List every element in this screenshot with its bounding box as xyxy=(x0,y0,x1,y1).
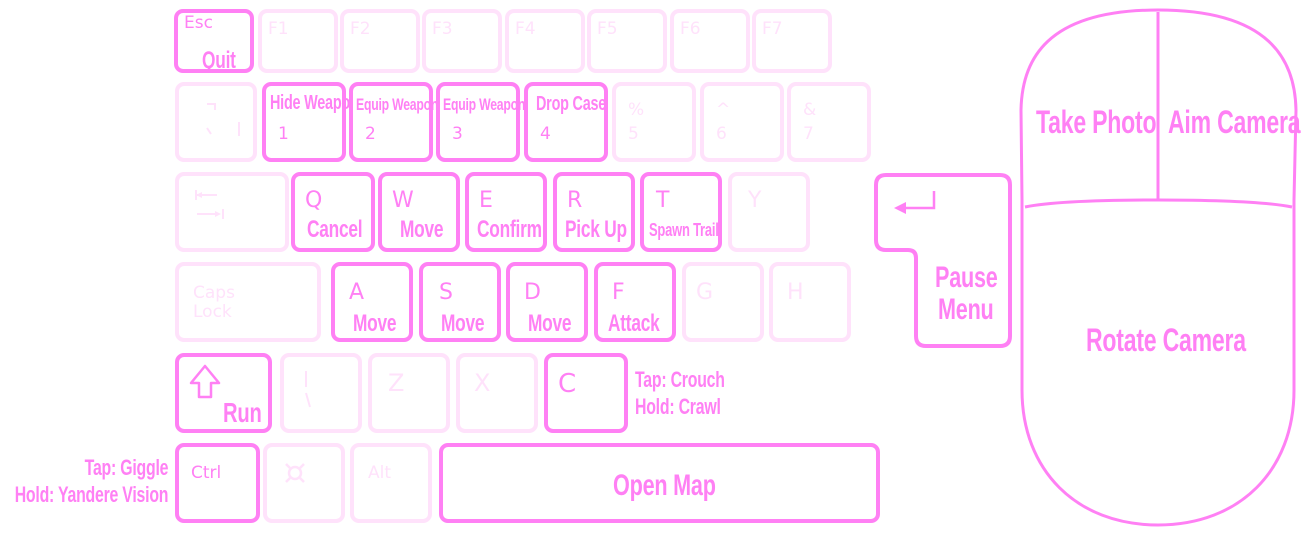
mouse-left-button: Take Photo xyxy=(1036,104,1157,140)
mouse-right-button: Aim Camera xyxy=(1168,104,1301,140)
mouse-body: Rotate Camera xyxy=(1086,322,1246,358)
mouse-body-divider xyxy=(1024,198,1293,209)
mouse-outline xyxy=(1019,8,1298,527)
